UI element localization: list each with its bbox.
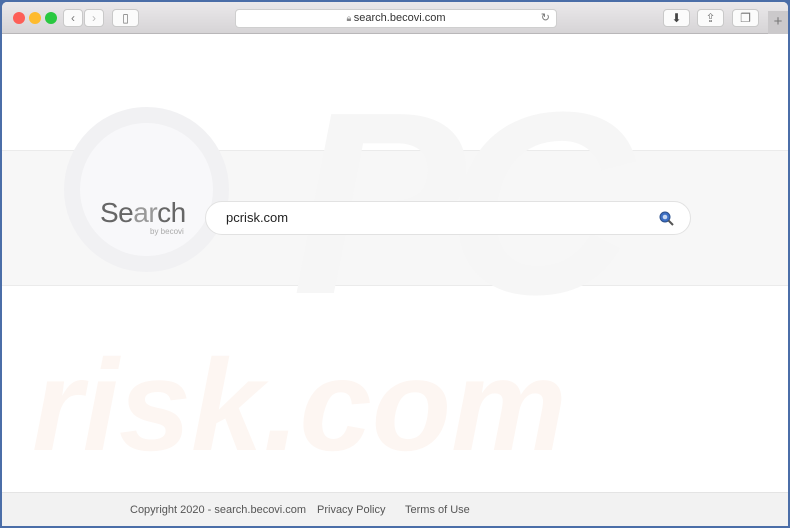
tabs-icon: ❐ bbox=[740, 11, 751, 25]
search-logo: Search bbox=[100, 197, 186, 228]
sidebar-icon: ▯ bbox=[122, 11, 129, 25]
browser-toolbar: ‹ › ▯ 🔒︎ search.becovi.com ↻ ⬇ ⇪ ❐ + bbox=[2, 2, 788, 34]
terms-of-use-link[interactable]: Terms of Use bbox=[405, 504, 470, 516]
new-tab-button[interactable]: + bbox=[768, 11, 788, 34]
search-box bbox=[205, 201, 691, 235]
logo-byline: by becovi bbox=[150, 227, 184, 236]
page-content: PC risk.com Search by becovi Copyright 2… bbox=[2, 35, 788, 526]
privacy-policy-link[interactable]: Privacy Policy bbox=[317, 504, 385, 516]
address-bar[interactable]: 🔒︎ search.becovi.com ↻ bbox=[235, 9, 557, 28]
download-button[interactable]: ⬇ bbox=[663, 9, 690, 27]
lock-icon: 🔒︎ bbox=[346, 13, 354, 23]
zoom-window-button[interactable] bbox=[45, 12, 57, 24]
forward-button[interactable]: › bbox=[84, 9, 104, 27]
new-tab-icon: + bbox=[773, 13, 783, 30]
footer: Copyright 2020 - search.becovi.com Priva… bbox=[2, 492, 788, 526]
browser-window: ‹ › ▯ 🔒︎ search.becovi.com ↻ ⬇ ⇪ ❐ + PC … bbox=[2, 2, 788, 526]
search-input[interactable] bbox=[226, 210, 646, 225]
watermark-magnifier bbox=[64, 107, 229, 272]
back-button[interactable]: ‹ bbox=[63, 9, 83, 27]
tabs-button[interactable]: ❐ bbox=[732, 9, 759, 27]
search-icon[interactable] bbox=[659, 211, 674, 226]
forward-icon: › bbox=[92, 11, 96, 25]
reload-icon[interactable]: ↻ bbox=[541, 10, 550, 27]
sidebar-button[interactable]: ▯ bbox=[112, 9, 139, 27]
share-icon: ⇪ bbox=[705, 11, 716, 25]
watermark-risk: risk.com bbox=[32, 332, 567, 478]
download-icon: ⬇ bbox=[671, 11, 682, 25]
share-button[interactable]: ⇪ bbox=[697, 9, 724, 27]
back-icon: ‹ bbox=[71, 11, 75, 25]
url-text: search.becovi.com bbox=[353, 12, 446, 24]
copyright-text: Copyright 2020 - search.becovi.com bbox=[130, 504, 307, 516]
close-window-button[interactable] bbox=[13, 12, 25, 24]
minimize-window-button[interactable] bbox=[29, 12, 41, 24]
